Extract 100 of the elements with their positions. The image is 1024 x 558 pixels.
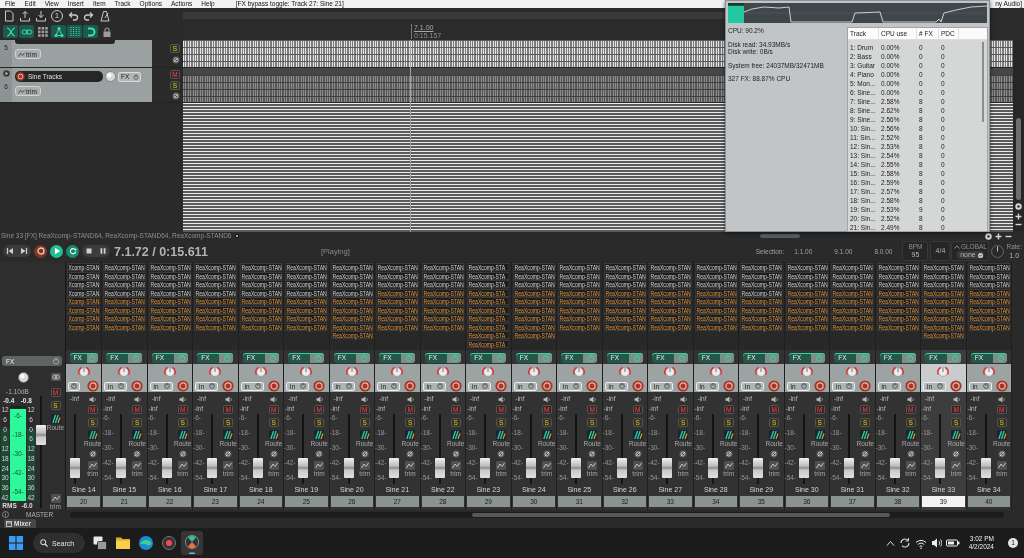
pan-knob[interactable]: [163, 366, 176, 378]
fader-thumb[interactable]: [389, 458, 399, 478]
zigzag-line-icon[interactable]: [405, 461, 416, 470]
circle-slash-icon[interactable]: [360, 450, 369, 458]
record-arm-icon[interactable]: [404, 380, 417, 392]
speaker-icon[interactable]: [133, 395, 141, 403]
fader-thumb[interactable]: [707, 458, 718, 478]
previous-button[interactable]: [3, 245, 17, 257]
zigzag-line-icon[interactable]: [87, 461, 98, 470]
fader-thumb[interactable]: [35, 425, 46, 446]
zigzag-line-icon[interactable]: [223, 461, 234, 470]
speaker-icon[interactable]: [497, 395, 505, 403]
zigzag-line-icon[interactable]: [177, 461, 188, 470]
scrollbar-thumb[interactable]: [1016, 118, 1021, 200]
toggle-button[interactable]: [83, 25, 98, 38]
fader-thumb[interactable]: [753, 458, 763, 478]
fader-thumb[interactable]: [798, 458, 809, 478]
next-button[interactable]: [17, 245, 31, 257]
toggle-button[interactable]: [19, 25, 34, 38]
pan-knob[interactable]: [482, 366, 495, 378]
scrollbar-track[interactable]: [70, 511, 1004, 518]
record-arm-icon[interactable]: [950, 380, 963, 392]
record-arm-icon[interactable]: [313, 380, 326, 392]
circle-icon[interactable]: [1015, 203, 1022, 210]
fader-thumb[interactable]: [480, 458, 490, 478]
pan-knob[interactable]: [391, 366, 404, 378]
record-arm-icon[interactable]: [495, 380, 508, 392]
circle-slash-icon[interactable]: [724, 450, 733, 458]
upload-icon[interactable]: [19, 10, 31, 22]
speaker-icon[interactable]: [907, 395, 915, 403]
speaker-icon[interactable]: [452, 395, 460, 403]
info-icon[interactable]: [2, 511, 9, 518]
speaker-icon[interactable]: [179, 395, 187, 403]
speaker-icon[interactable]: [679, 395, 687, 403]
pan-knob[interactable]: [891, 366, 904, 378]
stripes-icon[interactable]: [996, 430, 1007, 440]
folder-icon[interactable]: [115, 536, 130, 550]
record-arm-icon[interactable]: [358, 380, 371, 392]
circle-slash-icon[interactable]: [906, 450, 915, 458]
zigzag-line-icon[interactable]: [723, 461, 734, 470]
fader-thumb[interactable]: [252, 458, 263, 478]
pan-knob[interactable]: [254, 366, 267, 378]
record-arm-icon[interactable]: [995, 380, 1008, 392]
fader-thumb[interactable]: [662, 458, 672, 478]
scrollbar-thumb[interactable]: [760, 234, 800, 238]
toggle-button[interactable]: [3, 25, 18, 38]
circle-slash-icon[interactable]: [178, 450, 187, 458]
circle-slash-icon[interactable]: [497, 450, 506, 458]
fader-thumb[interactable]: [161, 458, 172, 478]
circle-slash-icon[interactable]: [588, 450, 597, 458]
zigzag-line-icon[interactable]: [632, 461, 643, 470]
speaker-icon[interactable]: [998, 395, 1006, 403]
pan-knob[interactable]: [118, 366, 131, 378]
toggle-button[interactable]: [51, 25, 66, 38]
fader-thumb[interactable]: [616, 458, 627, 478]
pan-knob[interactable]: [664, 366, 677, 378]
speaker-icon[interactable]: [588, 395, 596, 403]
plus-icon[interactable]: [995, 232, 1002, 240]
record-arm-icon[interactable]: [267, 380, 280, 392]
record-arm-icon[interactable]: [449, 380, 462, 392]
record-arm-icon[interactable]: [222, 380, 235, 392]
stripes-icon[interactable]: [223, 430, 234, 440]
pan-knob[interactable]: [77, 366, 90, 378]
circle-slash-icon[interactable]: [770, 450, 779, 458]
download-icon[interactable]: [35, 10, 47, 22]
zigzag-line-icon[interactable]: [678, 461, 689, 470]
circle-slash-icon[interactable]: [224, 450, 233, 458]
round-logo-icon[interactable]: [180, 531, 203, 555]
record-button[interactable]: [34, 244, 47, 258]
speaker-icon[interactable]: [315, 395, 323, 403]
zigzag-line-icon[interactable]: [996, 461, 1007, 470]
fader-thumb[interactable]: [889, 458, 900, 478]
fader-thumb[interactable]: [207, 458, 217, 478]
zigzag-line-icon[interactable]: [769, 461, 780, 470]
speaker-icon[interactable]: [270, 395, 278, 403]
zigzag-line-icon[interactable]: [132, 461, 143, 470]
record-arm-icon[interactable]: [586, 380, 599, 392]
record-arm-icon[interactable]: [131, 380, 144, 392]
circle-slash-icon[interactable]: [861, 450, 870, 458]
pan-knob[interactable]: [937, 366, 950, 378]
record-arm-icon[interactable]: [540, 380, 553, 392]
circle-slash-icon[interactable]: [997, 450, 1006, 458]
record-arm-icon[interactable]: [904, 380, 917, 392]
record-arm-icon[interactable]: [859, 380, 872, 392]
chevron-up-icon[interactable]: [885, 540, 895, 546]
circle-slash-icon[interactable]: [315, 450, 324, 458]
speaker-icon[interactable]: [361, 395, 369, 403]
zigzag-line-icon[interactable]: [314, 461, 325, 470]
stripes-icon[interactable]: [314, 430, 325, 440]
pan-knob[interactable]: [573, 366, 586, 378]
speaker-icon[interactable]: [543, 395, 551, 403]
zigzag-line-icon[interactable]: [359, 461, 370, 470]
input-button[interactable]: [68, 381, 80, 391]
record-dot-icon[interactable]: [161, 536, 176, 550]
speaker-icon[interactable]: [930, 537, 942, 549]
stripes-icon[interactable]: [268, 430, 279, 440]
scrollbar-thumb[interactable]: [982, 42, 984, 122]
zigzag-line-icon[interactable]: [951, 461, 962, 470]
circle-slash-icon[interactable]: [679, 450, 688, 458]
zigzag-line-icon[interactable]: [268, 461, 279, 470]
